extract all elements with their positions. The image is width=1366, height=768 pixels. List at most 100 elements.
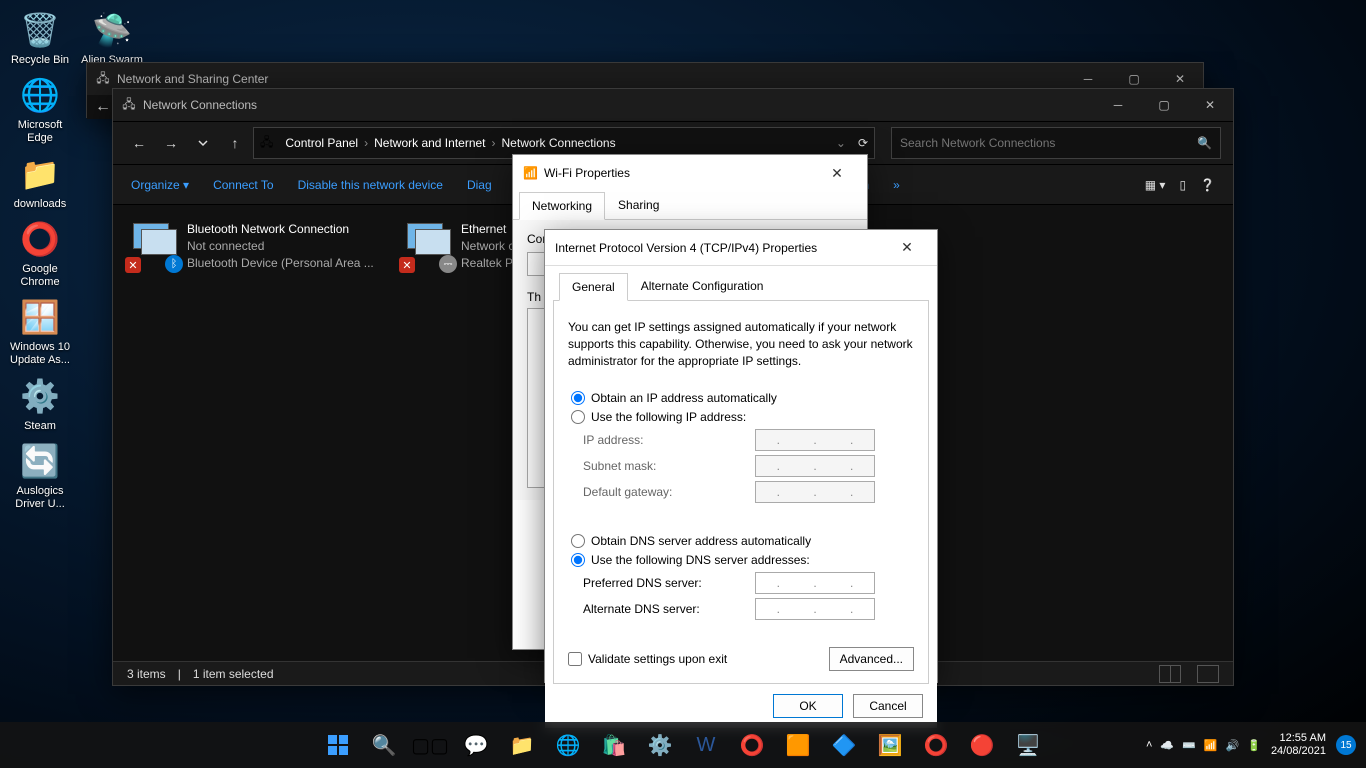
radio-static-ip[interactable]: Use the following IP address: <box>571 410 911 424</box>
preview-pane-button[interactable]: ▯ <box>1179 178 1186 192</box>
cmd-connect-to[interactable]: Connect To <box>213 178 274 192</box>
notification-badge[interactable]: 15 <box>1336 735 1356 755</box>
breadcrumb-item[interactable]: Network and Internet <box>368 136 491 150</box>
view-details-button[interactable] <box>1159 665 1181 683</box>
cmd-overflow[interactable]: » <box>893 178 900 192</box>
recycle-bin-icon: 🗑️ <box>18 8 62 52</box>
tray-overflow-icon[interactable]: ˄ <box>1146 739 1152 751</box>
connection-device: Bluetooth Device (Personal Area ... <box>187 255 374 272</box>
help-button[interactable]: ❔ <box>1200 178 1215 192</box>
taskbar-app[interactable]: ⭕ <box>916 725 956 765</box>
tray-onedrive-icon[interactable]: ☁️ <box>1160 739 1174 752</box>
info-text: You can get IP settings assigned automat… <box>568 319 914 369</box>
connection-icon: ✕ ᛒ <box>129 221 177 269</box>
ok-button[interactable]: OK <box>773 694 843 718</box>
radio-static-dns-input[interactable] <box>571 553 585 567</box>
checkbox-validate[interactable]: Validate settings upon exit <box>568 652 727 666</box>
taskbar-app[interactable]: 🔴 <box>962 725 1002 765</box>
radio-auto-ip-input[interactable] <box>571 391 585 405</box>
radio-auto-dns-input[interactable] <box>571 534 585 548</box>
desktop-icon-win10-update[interactable]: 🪟Windows 10 Update As... <box>4 295 76 367</box>
tray-volume-icon[interactable]: 🔊 <box>1226 739 1240 752</box>
maximize-button[interactable]: ▢ <box>1141 89 1187 121</box>
checkbox-validate-input[interactable] <box>568 652 582 666</box>
taskbar-app-chrome[interactable]: ⭕ <box>732 725 772 765</box>
desktop-icon-chrome[interactable]: ⭕Google Chrome <box>4 217 76 289</box>
disconnected-icon: ✕ <box>125 257 141 273</box>
cmd-diagnose[interactable]: Diag <box>467 178 492 192</box>
search-button[interactable]: 🔍 <box>364 725 404 765</box>
desktop-icon-alien-swarm[interactable]: 🛸Alien Swarm <box>76 8 148 67</box>
cmd-organize[interactable]: Organize ▾ <box>131 178 189 192</box>
taskbar-app[interactable]: 🖼️ <box>870 725 910 765</box>
minimize-button[interactable]: ─ <box>1095 89 1141 121</box>
radio-static-dns[interactable]: Use the following DNS server addresses: <box>571 553 911 567</box>
tab-networking[interactable]: Networking <box>519 192 605 220</box>
breadcrumb-item[interactable]: Network Connections <box>496 136 622 150</box>
desktop-icon-recycle-bin[interactable]: 🗑️Recycle Bin <box>4 8 76 67</box>
refresh-button[interactable]: ⟳ <box>858 136 868 150</box>
taskbar-clock[interactable]: 12:55 AM 24/08/2021 <box>1271 732 1326 758</box>
search-input[interactable] <box>900 136 1197 150</box>
search-box[interactable]: 🔍 <box>891 127 1221 159</box>
ip-address-label: IP address: <box>583 433 743 447</box>
tab-alternate[interactable]: Alternate Configuration <box>628 272 777 300</box>
window-title: Network and Sharing Center <box>117 72 268 86</box>
clock-time: 12:55 AM <box>1271 732 1326 745</box>
taskbar-app[interactable]: 🖥️ <box>1008 725 1048 765</box>
taskbar-app-explorer[interactable]: 📁 <box>502 725 542 765</box>
close-button[interactable]: ✕ <box>887 230 927 266</box>
dialog-ipv4-properties[interactable]: Internet Protocol Version 4 (TCP/IPv4) P… <box>544 229 938 683</box>
preferred-dns-input[interactable]: ... <box>755 572 875 594</box>
subnet-mask-input: ... <box>755 455 875 477</box>
tray-keyboard-icon[interactable]: ⌨️ <box>1182 739 1196 752</box>
task-view-button[interactable]: ▢▢ <box>410 725 450 765</box>
close-button[interactable]: ✕ <box>817 155 857 191</box>
desktop-icon-steam[interactable]: ⚙️Steam <box>4 374 76 433</box>
view-large-button[interactable] <box>1197 665 1219 683</box>
tray-battery-icon[interactable]: 🔋 <box>1247 739 1261 752</box>
taskbar-app-store[interactable]: 🛍️ <box>594 725 634 765</box>
taskbar-app[interactable]: 🔷 <box>824 725 864 765</box>
cmd-disable-device[interactable]: Disable this network device <box>298 178 443 192</box>
taskbar-app-settings[interactable]: ⚙️ <box>640 725 680 765</box>
radio-static-ip-input[interactable] <box>571 410 585 424</box>
nav-forward-button[interactable]: → <box>157 129 185 157</box>
nav-recent-button[interactable] <box>189 129 217 157</box>
taskbar[interactable]: 🔍 ▢▢ 💬 📁 🌐 🛍️ ⚙️ W ⭕ 🟧 🔷 🖼️ ⭕ 🔴 🖥️ ˄ ☁️ … <box>0 722 1366 768</box>
taskbar-app-word[interactable]: W <box>686 725 726 765</box>
desktop-icon-edge[interactable]: 🌐Microsoft Edge <box>4 73 76 145</box>
chevron-down-icon[interactable]: ⌄ <box>836 136 846 150</box>
alternate-dns-input[interactable]: ... <box>755 598 875 620</box>
close-button[interactable]: ✕ <box>1187 89 1233 121</box>
nav-back-button[interactable]: ← <box>125 129 153 157</box>
start-button[interactable] <box>318 725 358 765</box>
window-title: Network Connections <box>143 98 257 112</box>
tray-wifi-icon[interactable]: 📶 <box>1204 739 1218 752</box>
radio-auto-dns[interactable]: Obtain DNS server address automatically <box>571 534 911 548</box>
clock-date: 24/08/2021 <box>1271 745 1326 758</box>
tab-general[interactable]: General <box>559 273 628 301</box>
dialog-titlebar[interactable]: Internet Protocol Version 4 (TCP/IPv4) P… <box>545 230 937 266</box>
taskbar-app-edge[interactable]: 🌐 <box>548 725 588 765</box>
nav-up-button[interactable]: ↑ <box>221 129 249 157</box>
steam-icon: ⚙️ <box>18 374 62 418</box>
dialog-titlebar[interactable]: 📶 Wi-Fi Properties ✕ <box>513 155 867 191</box>
desktop-icon-downloads[interactable]: 📁downloads <box>4 152 76 211</box>
titlebar[interactable]: 🖧 Network Connections ─ ▢ ✕ <box>113 89 1233 121</box>
radio-auto-ip[interactable]: Obtain an IP address automatically <box>571 391 911 405</box>
ip-group: Obtain an IP address automatically Use t… <box>568 383 914 516</box>
view-layout-button[interactable]: ▦ ▾ <box>1145 178 1166 192</box>
taskbar-app[interactable]: 🟧 <box>778 725 818 765</box>
taskbar-app-chat[interactable]: 💬 <box>456 725 496 765</box>
connection-item-bluetooth[interactable]: ✕ ᛒ Bluetooth Network Connection Not con… <box>129 221 379 645</box>
desktop-icon-auslogics[interactable]: 🔄Auslogics Driver U... <box>4 439 76 511</box>
advanced-button[interactable]: Advanced... <box>829 647 914 671</box>
tab-sharing[interactable]: Sharing <box>605 191 672 219</box>
breadcrumb-item[interactable]: Control Panel <box>279 136 364 150</box>
back-button[interactable]: ← <box>95 98 111 116</box>
search-icon[interactable]: 🔍 <box>1197 136 1212 150</box>
wifi-icon: 📶 <box>523 166 538 180</box>
tab-row: Networking Sharing <box>513 191 867 220</box>
cancel-button[interactable]: Cancel <box>853 694 923 718</box>
